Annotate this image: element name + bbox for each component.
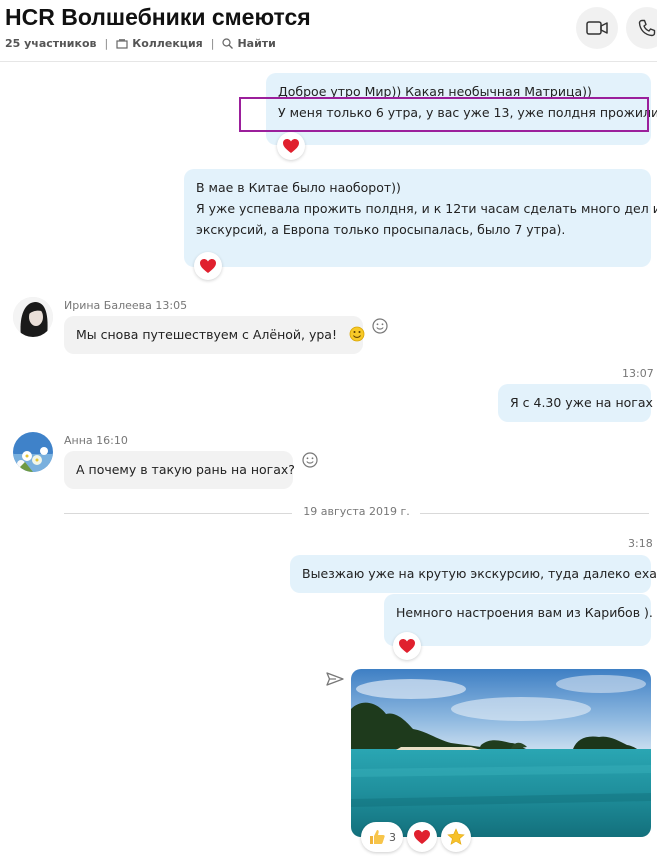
heart-icon: [283, 139, 299, 153]
message-time: 3:18: [628, 537, 653, 550]
incoming-message[interactable]: Мы снова путешествуем с Алёной, ура!: [64, 316, 365, 354]
outgoing-message[interactable]: Я с 4.30 уже на ногах: [498, 384, 653, 422]
message-text: Я уже успевала прожить полдня, и к 12ти …: [196, 201, 657, 216]
collection-icon: [116, 38, 128, 49]
message-text: Мы снова путешествуем с Алёной, ура!: [76, 324, 365, 345]
reaction-count: 3: [389, 830, 396, 844]
smile-emoji-icon: [349, 326, 365, 342]
message-text-content: Мы снова путешествуем с Алёной, ура!: [76, 327, 337, 342]
message-sender: Ирина Балеева 13:05: [64, 299, 188, 312]
separator: |: [104, 37, 109, 50]
message-text: Немного настроения вам из Карибов ).: [396, 605, 653, 620]
video-call-icon: [586, 21, 608, 35]
message-text: В мае в Китае было наоборот)): [196, 180, 401, 195]
avatar[interactable]: [13, 432, 53, 472]
audio-call-button[interactable]: [626, 7, 657, 49]
search-icon: [222, 38, 234, 49]
phone-call-icon: [638, 19, 656, 37]
heart-icon: [200, 259, 216, 273]
reaction-thumbs-up[interactable]: 3: [361, 822, 403, 852]
outgoing-message[interactable]: Немного настроения вам из Карибов ).: [384, 594, 653, 646]
highlight-box: [239, 97, 649, 132]
message-text: А почему в такую рань на ногах?: [76, 462, 295, 477]
heart-icon: [399, 639, 415, 653]
reaction-heart[interactable]: [393, 632, 421, 660]
reaction-heart[interactable]: [277, 132, 305, 160]
avatar[interactable]: [13, 297, 53, 337]
message-time: 13:07: [622, 367, 654, 380]
add-reaction-icon[interactable]: [371, 317, 389, 335]
separator: |: [210, 37, 215, 50]
forward-icon[interactable]: [326, 671, 344, 687]
heart-icon: [414, 830, 430, 844]
date-label: 19 августа 2019 г.: [303, 505, 410, 518]
message-text: Выезжаю уже на крутую экскурсию, туда да…: [302, 566, 657, 581]
collection-link[interactable]: Коллекция: [116, 37, 203, 50]
incoming-message[interactable]: А почему в такую рань на ногах?: [64, 451, 295, 489]
avatar-image: [13, 297, 53, 337]
avatar-image: [13, 432, 53, 472]
shared-photo[interactable]: [351, 669, 651, 837]
star-icon: [447, 828, 465, 845]
collection-label: Коллекция: [132, 37, 203, 50]
outgoing-message[interactable]: Выезжаю уже на крутую экскурсию, туда да…: [290, 555, 657, 593]
find-label: Найти: [237, 37, 276, 50]
message-text: экскурсий, а Европа только просыпалась, …: [196, 222, 566, 237]
video-call-button[interactable]: [576, 7, 618, 49]
message-sender: Анна 16:10: [64, 434, 128, 447]
message-text: Я с 4.30 уже на ногах: [510, 395, 653, 410]
outgoing-message[interactable]: В мае в Китае было наоборот)) Я уже успе…: [184, 169, 657, 267]
reaction-star[interactable]: [441, 822, 471, 852]
chat-title[interactable]: HCR Волшебники смеются: [5, 4, 311, 31]
chat-header: HCR Волшебники смеются 25 участников | К…: [0, 0, 657, 62]
photo-reactions: 3: [361, 822, 471, 852]
photo-image: [351, 669, 651, 837]
thumbs-up-icon: [370, 830, 385, 844]
add-reaction-icon[interactable]: [301, 451, 319, 469]
reaction-heart[interactable]: [194, 252, 222, 280]
divider-line: [420, 513, 649, 514]
reaction-heart[interactable]: [407, 822, 437, 852]
participants-count[interactable]: 25 участников: [5, 37, 96, 50]
chat-subinfo: 25 участников | Коллекция | Найти: [5, 37, 276, 50]
date-separator: 19 августа 2019 г.: [64, 504, 649, 522]
find-link[interactable]: Найти: [222, 37, 276, 50]
